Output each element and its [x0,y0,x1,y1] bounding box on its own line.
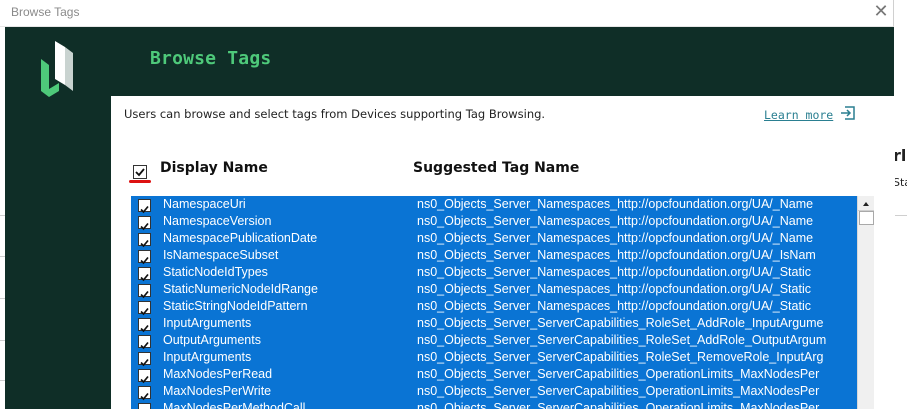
brand-logo-icon [41,41,73,97]
row-checkbox[interactable] [138,386,151,401]
row-checkbox[interactable] [138,250,151,265]
row-suggested-tag-name: ns0_Objects_Server_ServerCapabilities_Ro… [417,333,827,347]
column-header-suggested-tag-name[interactable]: Suggested Tag Name [413,160,579,176]
row-checkbox[interactable] [138,267,151,282]
row-checkbox[interactable] [138,284,151,299]
browse-panel: Users can browse and select tags from De… [111,96,895,409]
table-row[interactable]: InputArguments ns0_Objects_Server_ServerC… [131,315,857,333]
row-display-name: InputArguments [163,350,252,364]
row-display-name: StaticStringNodeIdPattern [163,299,308,313]
table-row[interactable]: NamespaceUri ns0_Objects_Server_Namespace… [131,196,857,214]
learn-more-link[interactable]: Learn more [764,108,833,122]
checkmark-icon [135,168,145,177]
row-display-name: OutputArguments [163,333,261,347]
table-row[interactable]: OutputArguments ns0_Objects_Server_Server… [131,332,857,350]
row-suggested-tag-name: ns0_Objects_Server_Namespaces_http://opc… [417,265,811,279]
table-row[interactable]: NamespacePublicationDate ns0_Objects_Serv… [131,230,857,248]
row-suggested-tag-name: ns0_Objects_Server_Namespaces_http://opc… [417,282,811,296]
scroll-thumb[interactable] [859,211,874,225]
row-suggested-tag-name: ns0_Objects_Server_ServerCapabilities_Ro… [417,350,824,364]
select-all-checkbox[interactable] [133,165,147,179]
table-row[interactable]: MaxNodesPerMethodCall ns0_Objects_Server_… [131,400,857,409]
scroll-up-button[interactable] [858,196,874,211]
row-checkbox[interactable] [138,369,151,384]
table-row[interactable]: IsNamespaceSubset ns0_Objects_Server_Name… [131,247,857,265]
row-checkbox[interactable] [138,403,151,409]
row-suggested-tag-name: ns0_Objects_Server_ServerCapabilities_Op… [417,367,820,381]
dialog-body: Browse Tags Users can browse and select … [5,27,895,409]
row-display-name: InputArguments [163,316,252,330]
table-row[interactable]: MaxNodesPerRead ns0_Objects_Server_Server… [131,366,857,384]
background-text-fragment: rl [893,146,907,165]
background-text-fragment: Sta [893,176,907,189]
close-icon[interactable]: ✕ [872,2,890,22]
row-display-name: StaticNodeIdTypes [163,265,268,279]
vertical-scrollbar[interactable] [857,196,874,409]
select-all-highlight-underline [129,180,151,183]
tag-list[interactable]: NamespaceUri ns0_Objects_Server_Namespace… [131,196,857,409]
row-checkbox[interactable] [138,216,151,231]
table-row[interactable]: StaticNodeIdTypes ns0_Objects_Server_Name… [131,264,857,282]
table-row[interactable]: StaticNumericNodeIdRange ns0_Objects_Serv… [131,281,857,299]
row-checkbox[interactable] [138,301,151,316]
row-display-name: MaxNodesPerWrite [163,384,272,398]
row-suggested-tag-name: ns0_Objects_Server_ServerCapabilities_Ro… [417,316,824,330]
column-header-display-name[interactable]: Display Name [160,160,268,176]
panel-description: Users can browse and select tags from De… [124,107,546,121]
row-suggested-tag-name: ns0_Objects_Server_Namespaces_http://opc… [417,197,814,211]
row-display-name: NamespaceUri [163,197,246,211]
row-checkbox[interactable] [138,233,151,248]
row-suggested-tag-name: ns0_Objects_Server_Namespaces_http://opc… [417,248,816,262]
row-suggested-tag-name: ns0_Objects_Server_Namespaces_http://opc… [417,299,811,313]
table-row[interactable]: StaticStringNodeIdPattern ns0_Objects_Ser… [131,298,857,316]
dialog-title: Browse Tags [11,5,80,19]
row-suggested-tag-name: ns0_Objects_Server_Namespaces_http://opc… [417,214,814,228]
table-row[interactable]: NamespaceVersion ns0_Objects_Server_Names… [131,213,857,231]
row-suggested-tag-name: ns0_Objects_Server_ServerCapabilities_Op… [417,384,820,398]
row-checkbox[interactable] [138,318,151,333]
row-checkbox[interactable] [138,335,151,350]
background-divider [894,215,907,216]
row-display-name: NamespaceVersion [163,214,272,228]
row-display-name: MaxNodesPerRead [163,367,273,381]
table-row[interactable]: InputArguments ns0_Objects_Server_ServerC… [131,349,857,367]
dialog-header-title: Browse Tags [150,48,272,69]
row-suggested-tag-name: ns0_Objects_Server_ServerCapabilities_Op… [417,401,820,409]
row-suggested-tag-name: ns0_Objects_Server_Namespaces_http://opc… [417,231,814,245]
row-checkbox[interactable] [138,199,151,214]
row-display-name: NamespacePublicationDate [163,231,318,245]
dialog-titlebar: Browse Tags ✕ [0,0,894,27]
row-checkbox[interactable] [138,352,151,367]
scroll-up-arrow-icon [863,202,869,206]
external-link-icon[interactable] [840,105,856,121]
row-display-name: MaxNodesPerMethodCall [163,401,306,409]
row-display-name: StaticNumericNodeIdRange [163,282,318,296]
table-row[interactable]: MaxNodesPerWrite ns0_Objects_Server_Serve… [131,383,857,401]
row-display-name: IsNamespaceSubset [163,248,279,262]
